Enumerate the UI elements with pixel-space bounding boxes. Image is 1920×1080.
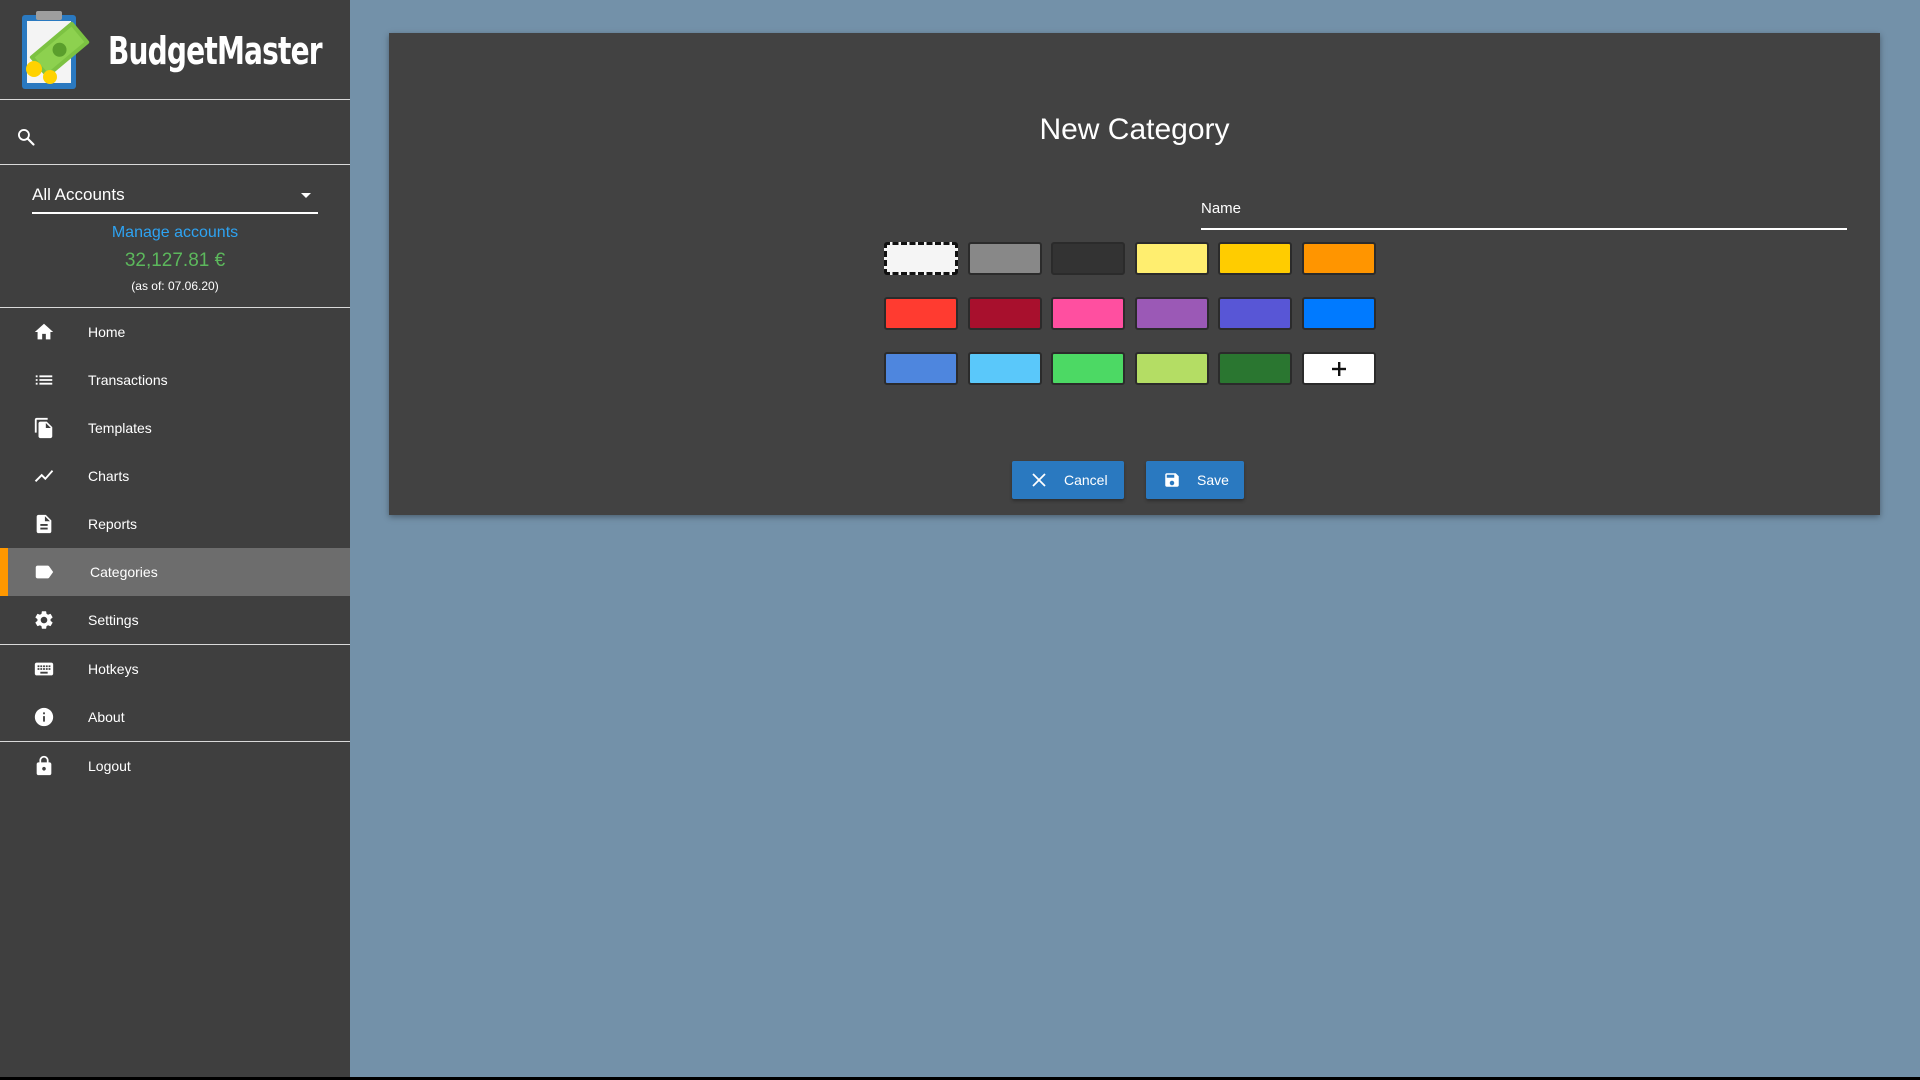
save-button-label: Save [1197, 472, 1229, 488]
file-copy-icon [32, 416, 56, 440]
account-select[interactable]: All Accounts [32, 178, 318, 214]
logo[interactable]: BudgetMaster [20, 10, 369, 92]
sidebar-item-transactions[interactable]: Transactions [0, 356, 350, 404]
sidebar-item-charts[interactable]: Charts [0, 452, 350, 500]
cancel-button-label: Cancel [1064, 472, 1108, 488]
color-swatch[interactable] [1051, 242, 1125, 275]
sidebar-item-categories[interactable]: Categories [0, 548, 350, 596]
search-icon [18, 129, 35, 146]
sidebar-item-reports[interactable]: Reports [0, 500, 350, 548]
sidebar-item-hotkeys[interactable]: Hotkeys [0, 645, 350, 693]
color-swatch[interactable] [1218, 352, 1292, 385]
divider [0, 99, 350, 100]
close-icon [1032, 473, 1046, 487]
sidebar-item-label: Settings [88, 612, 139, 628]
account-select-value: All Accounts [32, 185, 125, 204]
page-title: New Category [1039, 113, 1230, 146]
sidebar-item-label: Home [88, 324, 126, 340]
sidebar-item-settings[interactable]: Settings [0, 596, 350, 644]
save-icon [1165, 473, 1179, 487]
color-swatch[interactable] [884, 242, 958, 275]
keyboard-icon [32, 657, 56, 681]
sidebar-item-label: Logout [88, 758, 131, 774]
balance-date: (as of: 07.06.20) [131, 279, 219, 293]
sidebar-item-label: Templates [88, 420, 152, 436]
color-swatch[interactable] [1135, 352, 1209, 385]
sidebar-item-label: Reports [88, 516, 138, 532]
budgetmaster-logo-icon [22, 11, 90, 89]
label-icon [32, 560, 56, 584]
color-swatch[interactable] [884, 297, 958, 330]
color-swatch[interactable] [968, 352, 1042, 385]
name-field[interactable]: Name [1201, 198, 1851, 230]
sidebar-item-label: Hotkeys [88, 661, 139, 677]
sidebar-item-label: Charts [88, 468, 130, 484]
cancel-button[interactable]: Cancel [1012, 461, 1124, 499]
sidebar-item-label: Categories [90, 564, 158, 580]
new-category-card: New Category Name Cancel Save [389, 33, 1880, 515]
search-bar[interactable] [16, 120, 336, 154]
color-swatch[interactable] [1302, 242, 1376, 275]
manage-accounts-link[interactable]: Manage accounts [0, 224, 350, 242]
home-icon [32, 320, 56, 344]
caret-down-icon [301, 192, 311, 198]
chart-line-icon [32, 464, 56, 488]
plus-icon [1332, 361, 1346, 376]
color-swatch[interactable] [1218, 242, 1292, 275]
divider [0, 164, 350, 165]
info-icon [32, 705, 56, 729]
search-input[interactable] [46, 127, 330, 147]
color-swatch[interactable] [1135, 242, 1209, 275]
sidebar-item-home[interactable]: Home [0, 308, 350, 356]
color-swatch[interactable] [884, 352, 958, 385]
color-swatch[interactable] [1218, 297, 1292, 330]
color-swatch[interactable] [1051, 352, 1125, 385]
save-button[interactable]: Save [1146, 461, 1244, 499]
account-balance: 32,127.81 € [124, 250, 226, 271]
description-icon [32, 512, 56, 536]
sidebar-item-about[interactable]: About [0, 693, 350, 741]
add-color-button[interactable] [1302, 352, 1376, 385]
sidebar: BudgetMaster All Accounts Manage account… [0, 0, 350, 1077]
sidebar-item-logout[interactable]: Logout [0, 742, 350, 790]
app-name: BudgetMaster [108, 29, 323, 73]
color-swatch[interactable] [968, 297, 1042, 330]
color-swatch[interactable] [1051, 297, 1125, 330]
sidebar-item-label: Transactions [88, 372, 168, 388]
list-icon [32, 368, 56, 392]
sidebar-item-label: About [88, 709, 125, 725]
sidebar-item-templates[interactable]: Templates [0, 404, 350, 452]
color-swatch[interactable] [1135, 297, 1209, 330]
name-input[interactable] [1201, 198, 1851, 230]
color-swatch[interactable] [1302, 297, 1376, 330]
color-swatch[interactable] [968, 242, 1042, 275]
gear-icon [32, 608, 56, 632]
lock-icon [32, 754, 56, 778]
